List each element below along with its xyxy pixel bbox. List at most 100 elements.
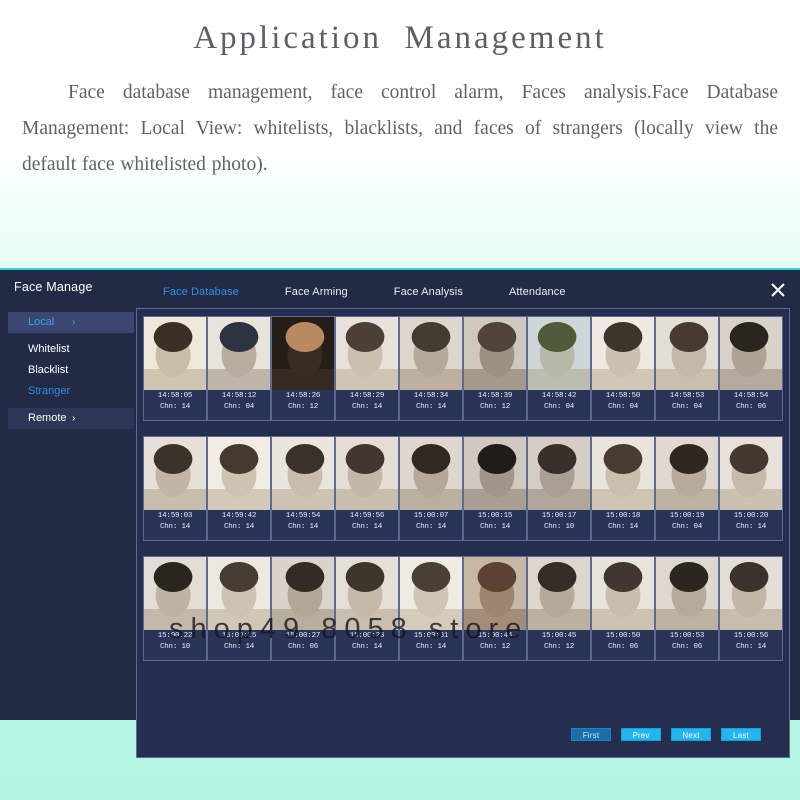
thumbnail-caption: 14:58:42 Chn: 04 [528,388,590,420]
face-thumbnail-cell[interactable]: 14:58:39 Chn: 12 [463,316,527,421]
sidebar-item-blacklist[interactable]: Blacklist [8,360,134,381]
tab-face-arming[interactable]: Face Arming [285,286,348,298]
capture-time: 15:00:22 [157,632,193,640]
capture-time: 14:58:05 [157,392,193,400]
thumbnail-caption: 14:58:29 Chn: 14 [336,388,398,420]
face-thumbnail-cell[interactable]: 14:58:12 Chn: 04 [207,316,271,421]
capture-time: 15:00:44 [477,632,513,640]
face-thumbnail-cell[interactable]: 15:00:31 Chn: 14 [399,556,463,661]
face-thumbnail-image [336,437,398,510]
face-thumbnail-cell[interactable]: 15:00:53 Chn: 06 [655,556,719,661]
capture-time: 15:00:45 [541,632,577,640]
face-thumbnail-cell[interactable]: 15:00:45 Chn: 12 [527,556,591,661]
thumbnail-caption: 15:00:50 Chn: 06 [592,628,654,660]
face-thumbnail-cell[interactable]: 14:58:54 Chn: 06 [719,316,783,421]
pagination-prev-button[interactable]: Prev [621,728,661,741]
capture-time: 14:59:54 [285,512,321,520]
face-thumbnail-cell[interactable]: 15:00:20 Chn: 14 [719,436,783,541]
channel-label: Chn: 10 [543,523,575,531]
face-thumbnail-image [592,557,654,630]
sidebar-item-local[interactable]: Local › [8,312,134,333]
sidebar-item-remote[interactable]: Remote › [8,408,134,429]
capture-time: 14:58:12 [221,392,257,400]
close-icon[interactable] [767,279,789,301]
face-thumbnail-image [208,557,270,630]
face-thumbnail-cell[interactable]: 15:00:07 Chn: 14 [399,436,463,541]
face-thumbnail-cell[interactable]: 15:00:18 Chn: 14 [591,436,655,541]
channel-label: Chn: 14 [479,523,511,531]
face-thumbnail-cell[interactable]: 14:59:42 Chn: 14 [207,436,271,541]
face-thumbnail-image [208,317,270,390]
face-thumbnail-cell[interactable]: 15:00:50 Chn: 06 [591,556,655,661]
thumbnail-caption: 15:00:45 Chn: 12 [528,628,590,660]
face-thumbnail-cell[interactable]: 14:58:05 Chn: 14 [143,316,207,421]
face-thumbnail-cell[interactable]: 14:58:53 Chn: 04 [655,316,719,421]
face-thumbnail-cell[interactable]: 14:58:34 Chn: 14 [399,316,463,421]
channel-label: Chn: 14 [159,403,191,411]
channel-label: Chn: 12 [287,403,319,411]
tab-face-database[interactable]: Face Database [163,286,239,298]
thumbnail-caption: 15:00:15 Chn: 14 [464,508,526,540]
channel-label: Chn: 06 [607,643,639,651]
thumbnail-caption: 15:00:31 Chn: 14 [400,628,462,660]
channel-label: Chn: 06 [671,643,703,651]
face-database-panel: 14:58:05 Chn: 14 14:58:12 Chn: 04 14:58:26 Ch… [136,308,790,758]
face-thumbnail-cell[interactable]: 14:59:56 Chn: 14 [335,436,399,541]
face-thumbnail-cell[interactable]: 14:59:03 Chn: 14 [143,436,207,541]
channel-label: Chn: 12 [479,643,511,651]
face-thumbnail-cell[interactable]: 14:58:42 Chn: 04 [527,316,591,421]
tab-face-analysis[interactable]: Face Analysis [394,286,463,298]
face-thumbnail-cell[interactable]: 15:00:15 Chn: 14 [463,436,527,541]
face-thumbnail-cell[interactable]: 15:00:27 Chn: 06 [271,556,335,661]
face-thumbnail-cell[interactable]: 15:00:56 Chn: 14 [719,556,783,661]
chevron-right-icon: › [72,317,76,328]
face-thumbnail-cell[interactable]: 15:00:28 Chn: 14 [335,556,399,661]
capture-time: 14:58:26 [285,392,321,400]
face-thumbnail-image [656,557,718,630]
pagination-last-button[interactable]: Last [721,728,761,741]
face-thumbnail-cell[interactable]: 14:58:50 Chn: 04 [591,316,655,421]
thumbnail-caption: 15:00:18 Chn: 14 [592,508,654,540]
face-thumbnail-cell[interactable]: 15:00:25 Chn: 14 [207,556,271,661]
pagination-next-button[interactable]: Next [671,728,711,741]
sidebar-item-stranger[interactable]: Stranger [8,381,134,402]
thumbnail-caption: 15:00:28 Chn: 14 [336,628,398,660]
face-thumbnail-cell[interactable]: 14:58:29 Chn: 14 [335,316,399,421]
thumbnail-caption: 14:58:53 Chn: 04 [656,388,718,420]
channel-label: Chn: 04 [671,523,703,531]
face-thumbnail-cell[interactable]: 15:00:17 Chn: 10 [527,436,591,541]
sidebar-item-whitelist[interactable]: Whitelist [8,339,134,360]
face-thumbnail-image [400,437,462,510]
thumbnail-caption: 14:58:26 Chn: 12 [272,388,334,420]
face-thumbnail-cell[interactable]: 15:00:22 Chn: 10 [143,556,207,661]
face-manage-window: Face Manage Face Database Face Arming Face… [0,268,800,758]
tab-attendance[interactable]: Attendance [509,286,566,298]
face-thumbnail-cell[interactable]: 14:59:54 Chn: 14 [271,436,335,541]
capture-time: 15:00:17 [541,512,577,520]
face-thumbnail-cell[interactable]: 14:58:26 Chn: 12 [271,316,335,421]
face-thumbnail-cell[interactable]: 15:00:19 Chn: 04 [655,436,719,541]
channel-label: Chn: 14 [415,523,447,531]
channel-label: Chn: 04 [671,403,703,411]
face-thumbnail-image [464,317,526,390]
channel-label: Chn: 14 [607,523,639,531]
face-thumbnail-image [720,557,782,630]
face-thumbnail-image [144,557,206,630]
channel-label: Chn: 12 [543,643,575,651]
capture-time: 15:00:15 [477,512,513,520]
window-title: Face Manage [14,280,93,294]
channel-label: Chn: 14 [223,643,255,651]
capture-time: 15:00:25 [221,632,257,640]
capture-time: 15:00:07 [413,512,449,520]
sidebar-item-label: Whitelist [28,343,70,355]
capture-time: 14:58:39 [477,392,513,400]
face-thumbnail-image [592,317,654,390]
page-description: Face database management, face control a… [22,82,778,175]
capture-time: 14:59:42 [221,512,257,520]
channel-label: Chn: 14 [351,523,383,531]
pagination-first-button[interactable]: First [571,728,611,741]
channel-label: Chn: 14 [351,403,383,411]
thumbnail-caption: 15:00:22 Chn: 10 [144,628,206,660]
channel-label: Chn: 14 [415,403,447,411]
face-thumbnail-cell[interactable]: 15:00:44 Chn: 12 [463,556,527,661]
